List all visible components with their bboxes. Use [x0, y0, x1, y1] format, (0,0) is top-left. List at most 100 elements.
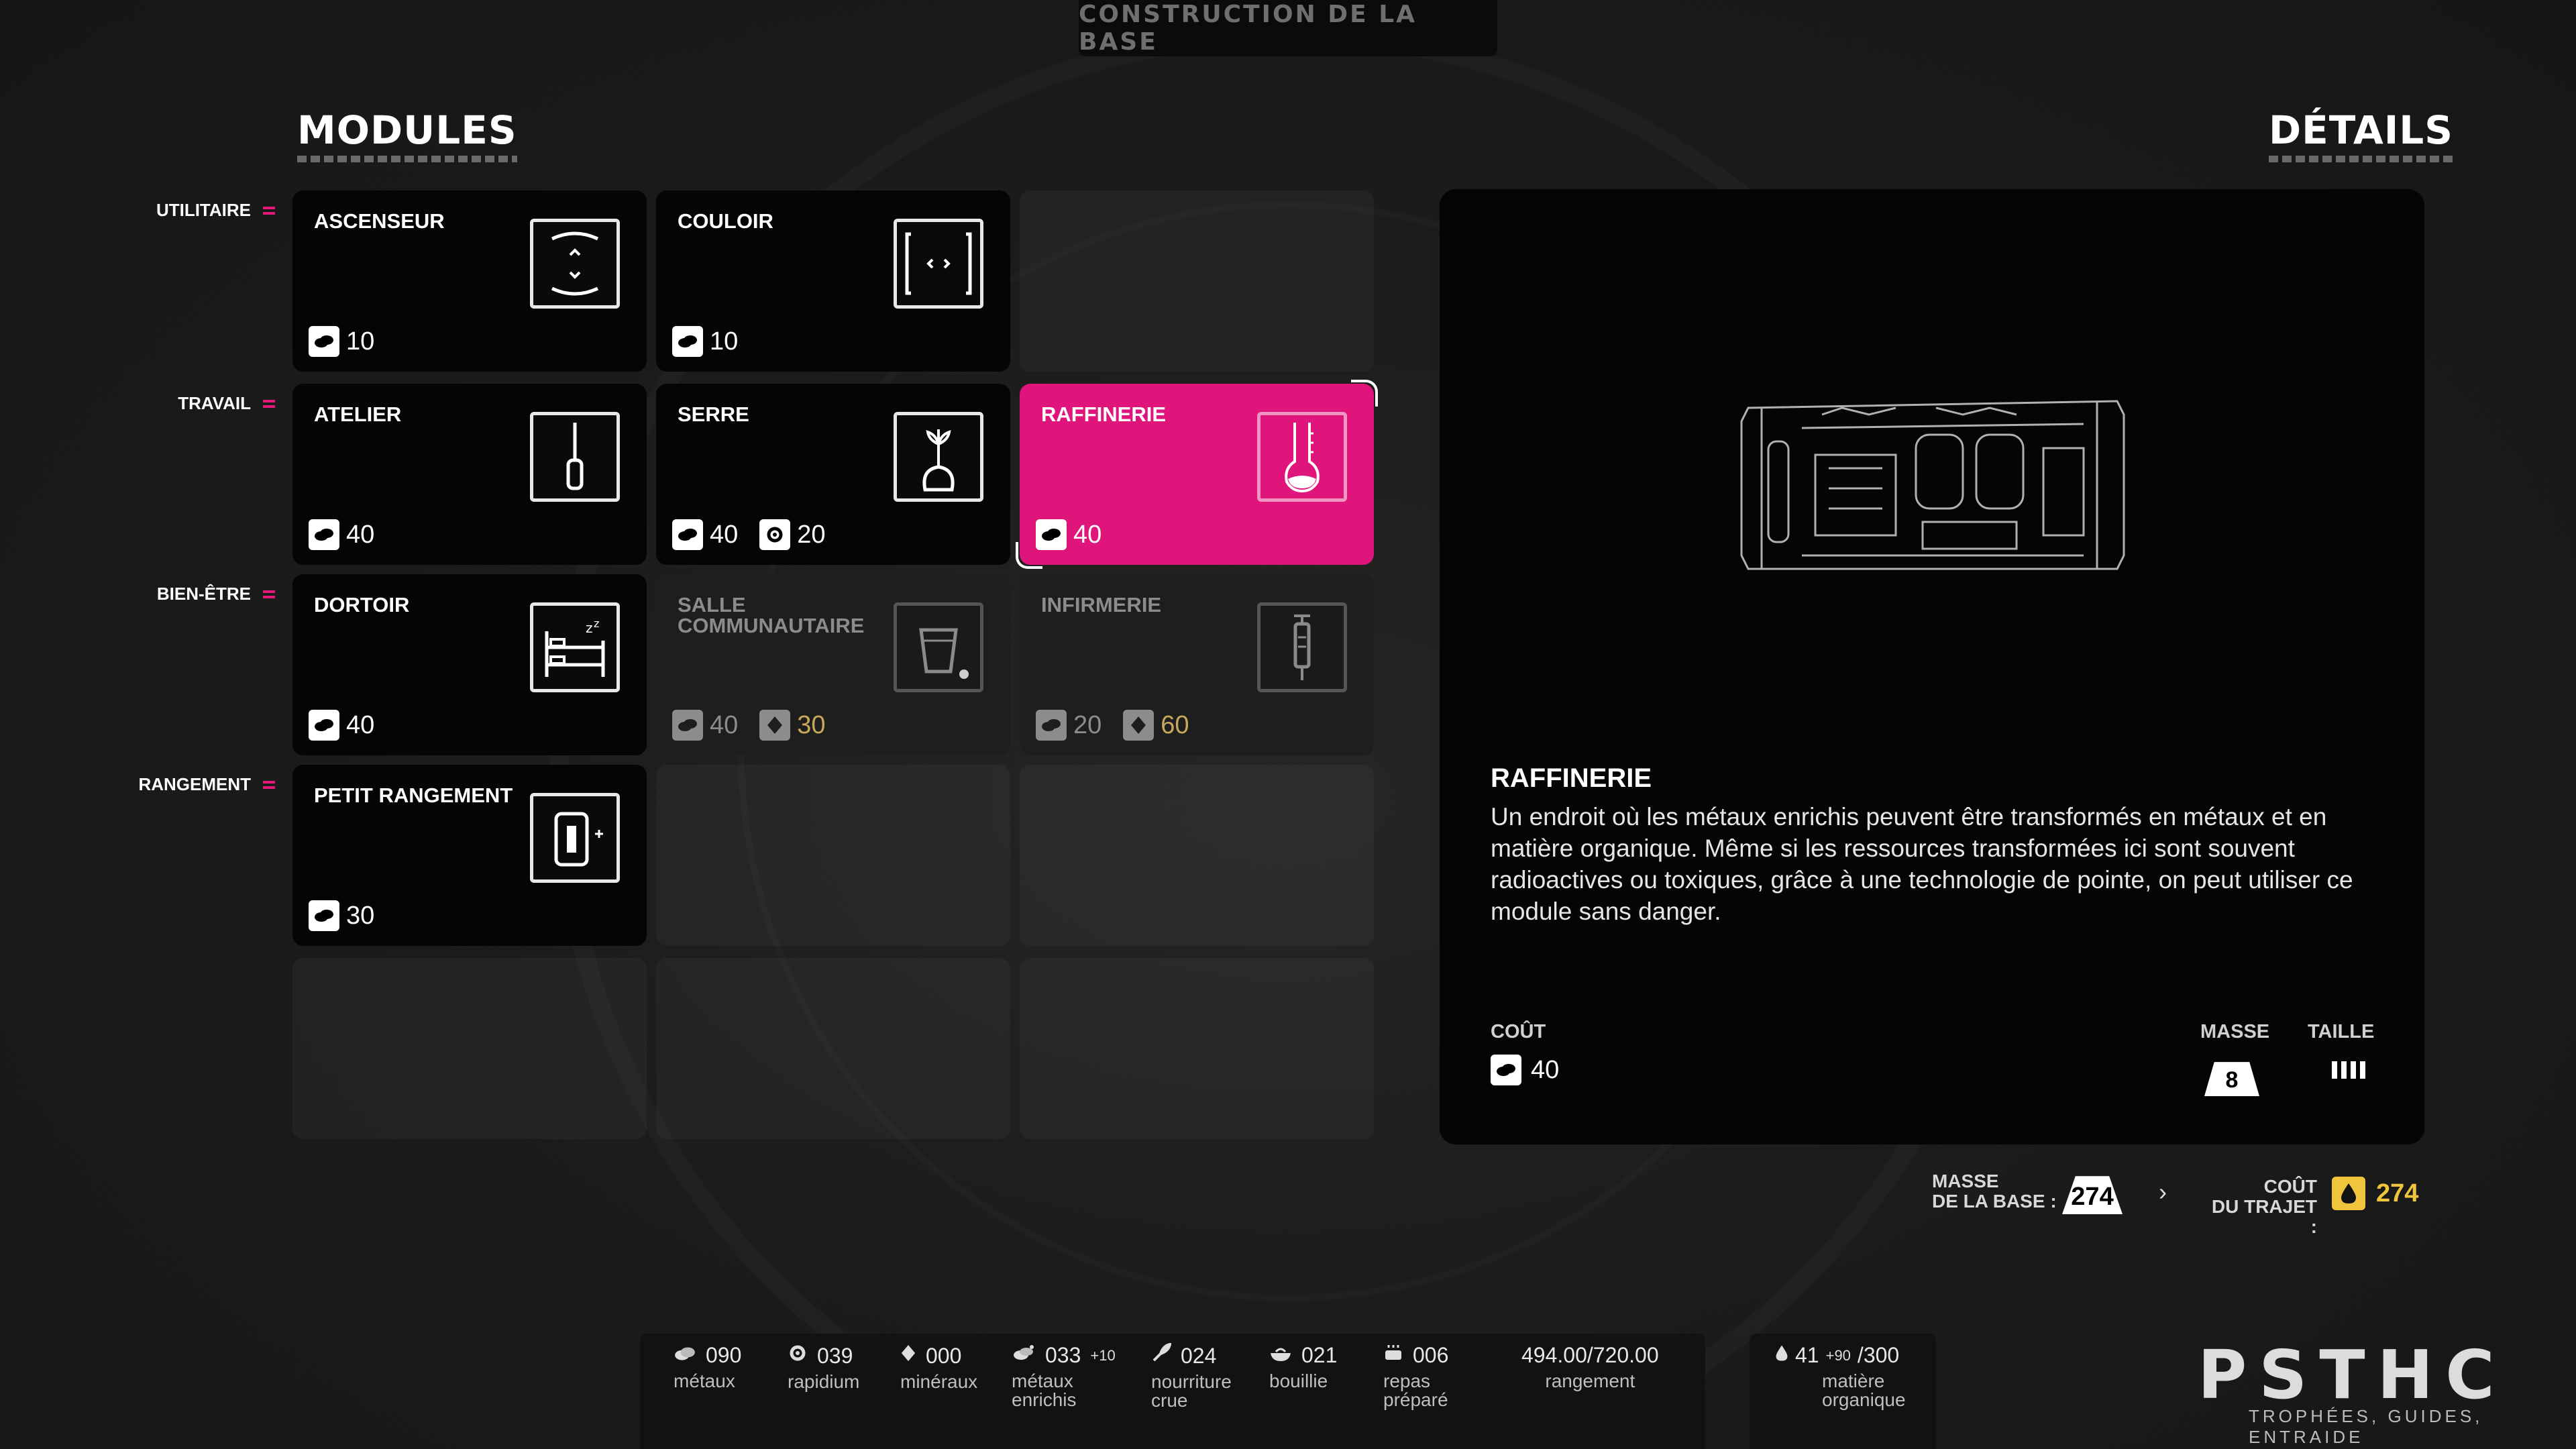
module-cost: 10 — [672, 326, 750, 357]
raw-food-icon — [1151, 1342, 1172, 1368]
resource-repas: 006 repas préparé — [1383, 1343, 1448, 1409]
module-cost: 40 — [309, 519, 386, 550]
cup-icon — [894, 602, 983, 692]
mineral-icon — [759, 710, 791, 741]
details-description: Un endroit où les métaux enrichis peuven… — [1491, 803, 2353, 925]
cost-value: 30 — [797, 710, 826, 739]
category-label: RANGEMENT — [138, 774, 251, 794]
resource-value: 021 — [1301, 1343, 1338, 1367]
category-label: TRAVAIL — [178, 393, 251, 413]
weight-icon: 8 — [2204, 1062, 2259, 1096]
resource-value: 494.00/720.00 — [1521, 1343, 1659, 1367]
module-name: PETIT RANGEMENT — [314, 784, 513, 807]
module-name: ATELIER — [314, 402, 402, 426]
module-cost: 40 — [309, 710, 386, 741]
refinery-flask-icon — [1257, 412, 1347, 502]
resource-rangement: 494.00/720.00 rangement — [1521, 1343, 1659, 1391]
module-card-serre[interactable]: SERRE 40 20 — [656, 384, 1010, 565]
resource-label-line: matière — [1822, 1371, 1885, 1391]
size-indicator — [2332, 1061, 2365, 1079]
base-mass-weight-icon: 274 — [2062, 1176, 2123, 1214]
module-card-dortoir[interactable]: DORTOIR zz 40 — [292, 574, 647, 755]
porridge-bowl-icon — [1269, 1343, 1292, 1368]
resource-label-line: organique — [1822, 1389, 1906, 1410]
metal-icon — [309, 710, 339, 741]
cost-value: 10 — [346, 327, 375, 356]
resource-label: rapidium — [788, 1371, 860, 1392]
module-name: COULOIR — [678, 209, 773, 233]
resource-metaux-enrichis: 033 +10 métaux enrichis — [1012, 1343, 1116, 1409]
base-mass-value: 274 — [2071, 1183, 2114, 1211]
resource-label-line: nourriture — [1151, 1371, 1232, 1392]
trip-cost-value: 274 — [2376, 1179, 2419, 1208]
resource-rapidium: 039 rapidium — [788, 1343, 859, 1391]
metal-icon — [309, 326, 339, 357]
cost-label: COÛT — [1491, 1021, 1546, 1042]
empty-slot — [656, 958, 1010, 1139]
cost-value: 40 — [346, 710, 375, 739]
resource-label: bouillie — [1269, 1371, 1328, 1391]
water-drop-icon — [1775, 1343, 1788, 1368]
resource-label-line: préparé — [1383, 1389, 1448, 1410]
resource-label-line: métaux — [1012, 1371, 1073, 1391]
module-name: DORTOIR — [314, 593, 410, 616]
psthc-logo: PSTHC — [2198, 1336, 2507, 1414]
category-utility: UTILITAIRE — [156, 200, 275, 221]
resource-label: minéraux — [900, 1371, 978, 1392]
svg-text:z: z — [594, 617, 599, 630]
resource-label: métaux — [674, 1371, 735, 1391]
resource-value: 000 — [926, 1343, 962, 1368]
module-name: RAFFINERIE — [1041, 402, 1166, 426]
size-label: TAILLE — [2308, 1021, 2375, 1042]
module-card-raffinerie[interactable]: RAFFINERIE 40 — [1016, 380, 1378, 569]
menu-mark-icon — [263, 206, 275, 215]
rapidium-icon — [759, 519, 791, 550]
resource-label: rangement — [1545, 1371, 1635, 1391]
module-preview-image — [1740, 400, 2125, 570]
fuel-drop-icon — [2332, 1177, 2365, 1210]
module-card-petit-rangement[interactable]: PETIT RANGEMENT 30 — [292, 765, 647, 946]
category-work: TRAVAIL — [178, 393, 275, 414]
page-title: CONSTRUCTION DE LA BASE — [1079, 0, 1497, 56]
base-mass-label-line: MASSE — [1932, 1171, 1999, 1191]
module-card-couloir[interactable]: COULOIR 10 — [656, 191, 1010, 372]
metal-icon — [672, 326, 703, 357]
resource-value: 024 — [1181, 1343, 1217, 1368]
details-cost: 40 — [1491, 1055, 1559, 1085]
module-cost: 20 60 — [1036, 710, 1201, 741]
trip-cost-label-line: DU TRAJET : — [2211, 1196, 2317, 1237]
module-card-infirmerie[interactable]: INFIRMERIE 20 60 — [1020, 574, 1374, 755]
resource-label-line: crue — [1151, 1390, 1188, 1411]
resource-matiere-organique: 41 +90/300 matière organique — [1775, 1343, 1906, 1409]
module-cost: 40 20 — [672, 519, 838, 550]
cost-value: 40 — [346, 520, 375, 549]
module-name: SERRE — [678, 402, 749, 426]
base-mass-label: MASSE DE LA BASE : — [1932, 1171, 2057, 1212]
psthc-tagline: TROPHÉES, GUIDES, ENTRAIDE — [2249, 1406, 2483, 1447]
metal-icon — [672, 519, 703, 550]
resource-nourriture: 024 nourriture crue — [1151, 1342, 1232, 1411]
cost-value: 20 — [1073, 710, 1102, 739]
category-label: UTILITAIRE — [156, 200, 251, 220]
size-bar — [2360, 1061, 2365, 1079]
trip-cost-label-line: COÛT — [2263, 1176, 2317, 1197]
module-card-ascenseur[interactable]: ASCENSEUR 10 — [292, 191, 647, 372]
menu-mark-icon — [263, 590, 275, 598]
module-card-salle-communautaire[interactable]: SALLE COMMUNAUTAIRE 40 30 — [656, 574, 1010, 755]
mass-value: 8 — [2225, 1067, 2239, 1093]
size-bar — [2351, 1061, 2356, 1079]
module-card-atelier[interactable]: ATELIER 40 — [292, 384, 647, 565]
cost-value: 30 — [346, 901, 375, 930]
svg-text:z: z — [586, 620, 593, 636]
empty-slot — [656, 765, 1010, 946]
syringe-icon — [1257, 602, 1347, 692]
menu-mark-icon — [263, 780, 275, 789]
empty-slot — [1020, 191, 1374, 372]
cost-value: 10 — [710, 327, 739, 356]
module-name: INFIRMERIE — [1041, 593, 1162, 616]
mineral-icon — [1123, 710, 1155, 741]
enriched-metal-icon — [1012, 1343, 1036, 1368]
resource-max: /300 — [1857, 1343, 1900, 1367]
resource-value: 090 — [706, 1343, 742, 1367]
cost-value: 60 — [1161, 710, 1189, 739]
